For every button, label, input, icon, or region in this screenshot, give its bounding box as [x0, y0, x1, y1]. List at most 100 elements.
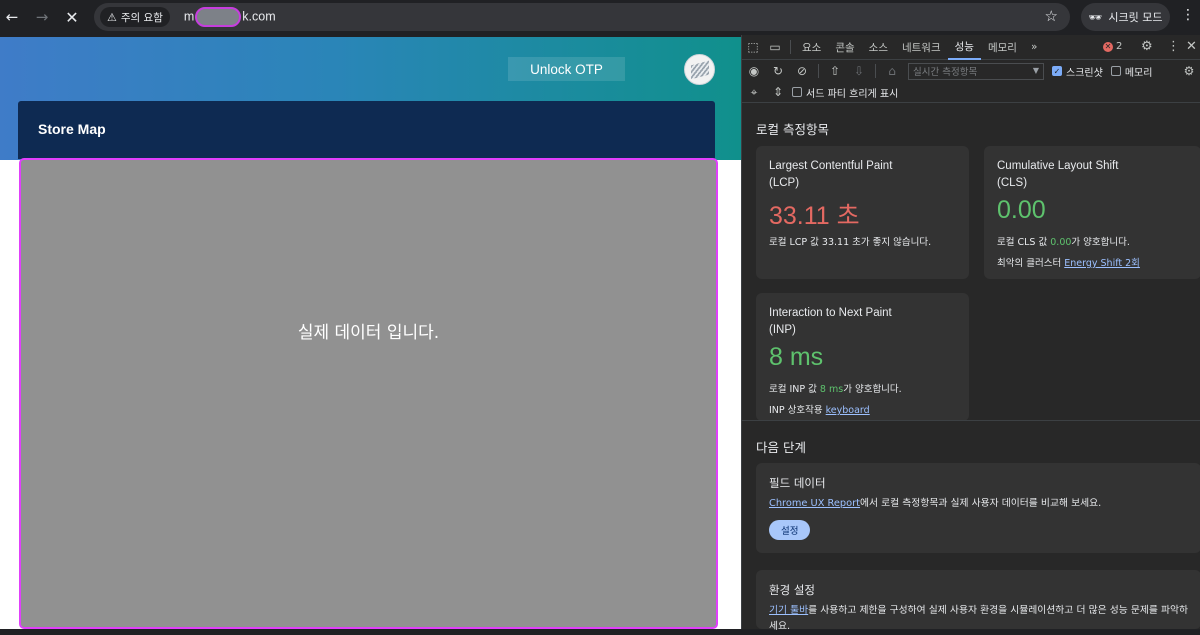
tab-memory[interactable]: 메모리 — [981, 35, 1024, 60]
unlock-otp-button[interactable]: Unlock OTP — [508, 57, 625, 81]
devtools-panel: ⬚ ▭ 요소 콘솔 소스 네트워크 성능 메모리 » ✕ 2 ⚙ ⋮ ✕ ◉ ↻… — [741, 35, 1200, 632]
stop-loading-icon[interactable]: ✕ — [60, 5, 84, 29]
inspect-element-icon[interactable]: ⬚ — [742, 40, 764, 54]
inp-interaction: INP 상호작용 keyboard — [769, 402, 870, 416]
settings-gear-icon[interactable]: ⚙ — [1141, 39, 1153, 54]
local-metrics-heading: 로컬 측정항목 — [756, 122, 829, 137]
capture-settings-gear-icon[interactable]: ⚙ — [1177, 64, 1200, 78]
map-placeholder-text: 실제 데이터 입니다. — [297, 323, 440, 343]
toolbar-divider — [790, 40, 791, 54]
cls-description: 로컬 CLS 값 0.00가 양호합니다. — [997, 234, 1130, 248]
tab-elements[interactable]: 요소 — [795, 35, 828, 60]
env-settings-text: 기기 툴바를 사용하고 제한을 구성하여 실제 사용자 환경을 시뮬레이션하고 … — [769, 603, 1188, 635]
tab-sources[interactable]: 소스 — [862, 35, 895, 60]
cls-name-line2: (CLS) — [997, 177, 1028, 189]
toolbar-divider — [818, 64, 819, 78]
inp-name-line1: Interaction to Next Paint — [769, 307, 892, 319]
store-map-header: Store Map — [18, 101, 715, 159]
inp-interaction-label: INP 상호작용 — [769, 405, 826, 416]
inp-card: Interaction to Next Paint (INP) 8 ms 로컬 … — [756, 293, 969, 421]
field-data-title: 필드 데이터 — [769, 476, 826, 490]
env-settings-card: 환경 설정 기기 툴바를 사용하고 제한을 구성하여 실제 사용자 환경을 시뮬… — [756, 570, 1200, 632]
devtools-tab-bar: ⬚ ▭ 요소 콘솔 소스 네트워크 성능 메모리 » ✕ 2 ⚙ ⋮ ✕ — [742, 35, 1200, 60]
record-icon[interactable]: ◉ — [742, 64, 766, 78]
warning-icon: ⚠ — [107, 10, 117, 24]
clear-icon[interactable]: ⊘ — [790, 64, 814, 78]
cls-name: Cumulative Layout Shift (CLS) — [997, 158, 1118, 192]
inp-name-line2: (INP) — [769, 324, 796, 336]
sitemap-icon[interactable]: ⌖ — [742, 85, 766, 100]
device-toolbar-icon[interactable]: ▭ — [764, 40, 786, 54]
incognito-indicator[interactable]: 🕶 시크릿 모드 — [1081, 3, 1170, 31]
inp-desc-value: 8 ms — [819, 384, 844, 395]
device-toolbar-link[interactable]: 기기 툴바 — [769, 605, 808, 616]
avatar[interactable] — [684, 54, 715, 85]
download-icon: ⇩ — [853, 64, 865, 78]
error-counter[interactable]: ✕ 2 — [1103, 41, 1122, 52]
field-data-setup-button[interactable]: 설정 — [769, 520, 811, 540]
forward-arrow-icon[interactable]: → — [30, 5, 54, 29]
lcp-value: 33.11 초 — [769, 202, 860, 230]
screenshot-checkbox[interactable]: ✓ 스크린샷 — [1052, 64, 1103, 79]
inp-name: Interaction to Next Paint (INP) — [769, 305, 892, 339]
lcp-name-line2: (LCP) — [769, 177, 800, 189]
inp-interaction-link[interactable]: keyboard — [826, 405, 870, 416]
cls-desc-prefix: 로컬 CLS 값 — [997, 237, 1051, 248]
url-text[interactable]: m k.com — [184, 7, 276, 27]
cls-card: Cumulative Layout Shift (CLS) 0.00 로컬 CL… — [984, 146, 1200, 279]
security-warning-label: 주의 요함 — [120, 11, 163, 24]
browser-toolbar: ← → ✕ ⚠ 주의 요함 m k.com ☆ 🕶 시크릿 모드 ⋮ — [0, 0, 1200, 34]
more-tabs-chevron-icon[interactable]: » — [1024, 35, 1044, 60]
home-icon: ⌂ — [888, 64, 896, 78]
checkbox-unchecked-icon — [792, 87, 802, 97]
upload-icon[interactable]: ⇧ — [823, 64, 847, 78]
cls-desc-value: 0.00 — [1050, 237, 1072, 248]
bookmark-star-icon[interactable]: ☆ — [1045, 7, 1058, 25]
tab-network[interactable]: 네트워크 — [895, 35, 948, 60]
address-bar[interactable]: ⚠ 주의 요함 m k.com ☆ — [94, 3, 1070, 31]
cls-cluster-label: 최악의 클러스터 — [997, 258, 1065, 269]
security-warning-chip[interactable]: ⚠ 주의 요함 — [100, 7, 170, 27]
store-map-area[interactable]: 실제 데이터 입니다. — [19, 158, 718, 629]
cls-worst-cluster: 최악의 클러스터 Energy Shift 2회 — [997, 255, 1140, 269]
cls-value: 0.00 — [997, 196, 1046, 224]
memory-label: 메모리 — [1124, 67, 1153, 79]
lcp-description: 로컬 LCP 값 33.11 초가 좋지 않습니다. — [769, 237, 932, 248]
performance-toolbar: ◉ ↻ ⊘ ⇧ ⇩ ⌂ 실시간 측정항목 ▼ ✓ 스크린샷 메모리 ⚙ — [742, 60, 1200, 82]
collapse-icon[interactable]: ⇕ — [766, 85, 790, 99]
devtools-menu-icon[interactable]: ⋮ — [1167, 39, 1180, 54]
metric-select-value: 실시간 측정항목 — [913, 67, 978, 78]
performance-toolbar-secondary: ⌖ ⇕ 서드 파티 흐리게 표시 — [742, 82, 1200, 103]
reload-record-icon[interactable]: ↻ — [766, 64, 790, 78]
field-data-text-body: 에서 로컬 측정항목과 실제 사용자 데이터를 비교해 보세요. — [860, 498, 1102, 509]
dim-third-party-checkbox[interactable]: 서드 파티 흐리게 표시 — [792, 85, 898, 100]
screenshot-label: 스크린샷 — [1066, 67, 1103, 79]
browser-menu-icon[interactable]: ⋮ — [1181, 7, 1195, 23]
close-devtools-icon[interactable]: ✕ — [1186, 39, 1197, 54]
tab-console[interactable]: 콘솔 — [828, 35, 861, 60]
checkbox-checked-icon: ✓ — [1052, 66, 1062, 76]
avatar-building-icon — [691, 60, 709, 80]
lcp-name-line1: Largest Contentful Paint — [769, 160, 893, 172]
chrome-ux-report-link[interactable]: Chrome UX Report — [769, 498, 860, 509]
field-data-text: Chrome UX Report에서 로컬 측정항목과 실제 사용자 데이터를 … — [769, 496, 1101, 512]
inp-value: 8 ms — [769, 343, 824, 371]
inp-description: 로컬 INP 값 8 ms가 양호합니다. — [769, 381, 902, 395]
metric-select[interactable]: 실시간 측정항목 ▼ — [908, 62, 1044, 80]
checkbox-unchecked-icon — [1110, 66, 1121, 76]
field-data-card: 필드 데이터 Chrome UX Report에서 로컬 측정항목과 실제 사용… — [756, 463, 1200, 553]
url-prefix: m — [183, 9, 195, 24]
inp-desc-prefix: 로컬 INP 값 — [769, 384, 820, 395]
incognito-icon: 🕶 — [1088, 10, 1103, 24]
cls-name-line1: Cumulative Layout Shift — [997, 160, 1119, 172]
tab-performance[interactable]: 성능 — [947, 35, 981, 60]
env-settings-text-end: 세요. — [769, 621, 791, 632]
incognito-label: 시크릿 모드 — [1108, 11, 1163, 24]
inp-desc-suffix: 가 양호합니다. — [843, 384, 902, 395]
chevron-down-icon: ▼ — [1032, 65, 1039, 75]
lcp-name: Largest Contentful Paint (LCP) — [769, 158, 892, 192]
cls-cluster-link[interactable]: Energy Shift 2회 — [1064, 258, 1140, 269]
error-icon: ✕ — [1103, 41, 1113, 52]
back-arrow-icon[interactable]: ← — [0, 5, 24, 29]
memory-checkbox[interactable]: 메모리 — [1110, 64, 1153, 79]
